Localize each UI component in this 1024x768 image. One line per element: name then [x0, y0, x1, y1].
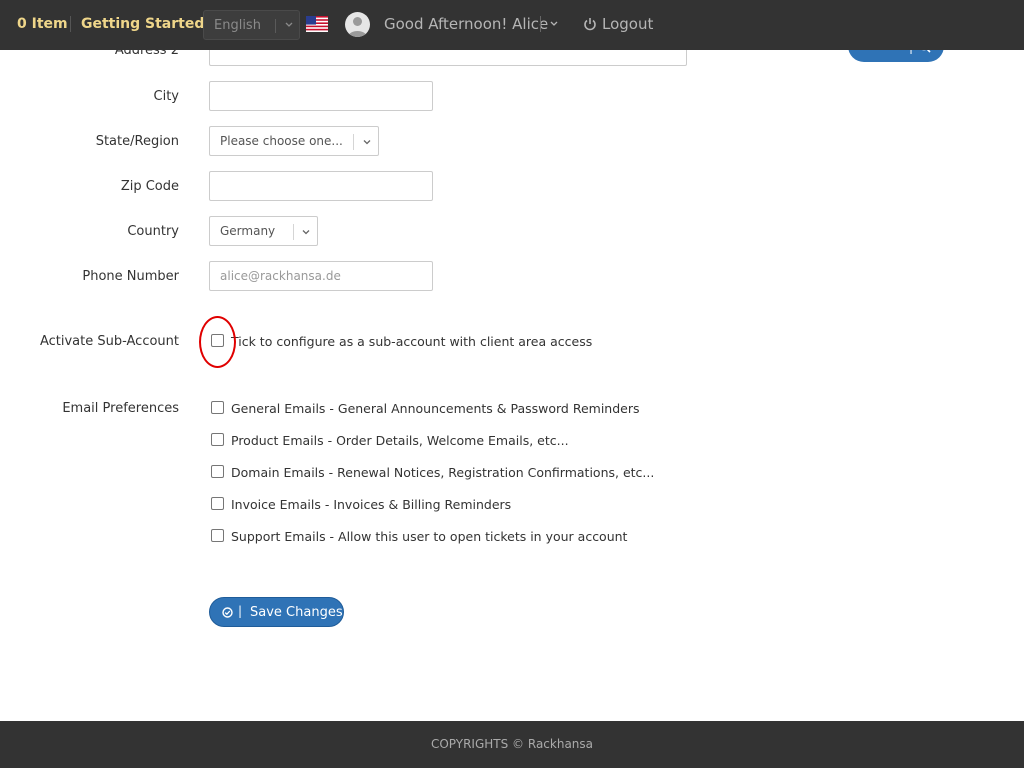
language-value: English — [214, 18, 261, 33]
state-value: Please choose one... — [220, 134, 343, 148]
copyright-text: COPYRIGHTS © Rackhansa — [430, 737, 594, 751]
support-emails-checkbox[interactable] — [211, 529, 224, 542]
check-circle-icon — [222, 607, 233, 618]
country-label: Country — [127, 224, 179, 239]
subaccount-text: Tick to configure as a sub-account with … — [231, 334, 593, 349]
country-value: Germany — [220, 224, 276, 238]
top-navbar: 0 Item Getting Started English Good Afte… — [0, 0, 1024, 50]
domain-emails-checkbox[interactable] — [211, 465, 224, 478]
getting-started-link[interactable]: Getting Started — [81, 16, 204, 32]
general-emails-text: General Emails - General Announcements &… — [231, 401, 640, 416]
page-footer: COPYRIGHTS © Rackhansa — [0, 721, 1024, 768]
domain-emails-text: Domain Emails - Renewal Notices, Registr… — [231, 465, 655, 480]
subaccount-label: Activate Sub-Account — [39, 334, 179, 349]
product-emails-text: Product Emails - Order Details, Welcome … — [231, 433, 569, 448]
nav-divider — [540, 16, 541, 32]
cart-link[interactable]: 0 Item — [17, 16, 68, 32]
subaccount-checkbox[interactable] — [211, 334, 224, 347]
us-flag-icon[interactable] — [306, 16, 328, 32]
nav-divider — [70, 16, 71, 32]
chevron-down-icon[interactable] — [548, 17, 560, 31]
zip-input[interactable] — [209, 171, 433, 201]
language-select[interactable]: English — [203, 10, 300, 40]
country-select[interactable]: Germany — [209, 216, 318, 246]
general-emails-checkbox[interactable] — [211, 401, 224, 414]
chevron-down-icon — [363, 140, 371, 145]
button-separator: | — [238, 604, 243, 618]
phone-input[interactable] — [209, 261, 433, 291]
email-preferences-label: Email Preferences — [62, 401, 179, 416]
zip-label: Zip Code — [120, 179, 179, 194]
save-changes-button[interactable]: | Save Changes — [209, 597, 344, 627]
invoice-emails-text: Invoice Emails - Invoices & Billing Remi… — [231, 497, 512, 512]
invoice-emails-checkbox[interactable] — [211, 497, 224, 510]
product-emails-checkbox[interactable] — [211, 433, 224, 446]
phone-label: Phone Number — [82, 269, 179, 284]
power-icon[interactable] — [583, 16, 597, 32]
support-emails-text: Support Emails - Allow this user to open… — [231, 529, 628, 544]
state-select[interactable]: Please choose one... — [209, 126, 379, 156]
select-divider — [353, 134, 354, 150]
city-input[interactable] — [209, 81, 433, 111]
avatar[interactable] — [345, 12, 370, 37]
greeting-text[interactable]: Good Afternoon! Alice — [384, 15, 548, 33]
chevron-down-icon — [302, 230, 310, 235]
save-changes-label: Save Changes — [250, 605, 343, 620]
city-label: City — [153, 89, 179, 104]
user-icon — [348, 17, 367, 37]
select-divider — [293, 224, 294, 240]
select-divider — [275, 19, 276, 33]
logout-link[interactable]: Logout — [602, 15, 653, 33]
chevron-down-icon — [285, 22, 293, 27]
state-label: State/Region — [95, 134, 179, 149]
